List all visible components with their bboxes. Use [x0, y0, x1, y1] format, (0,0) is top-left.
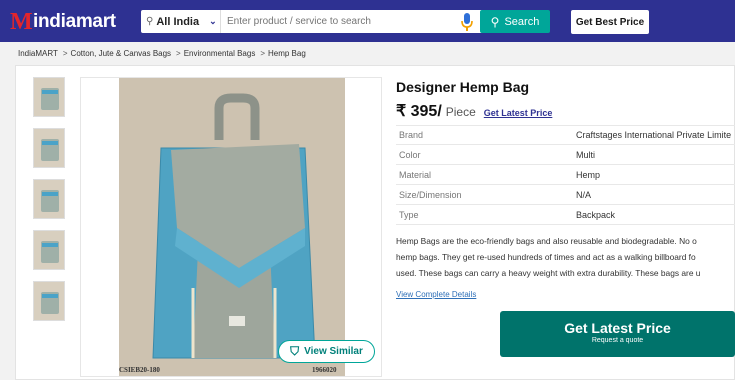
spec-value: Hemp [576, 169, 601, 180]
get-latest-price-link[interactable]: Get Latest Price [484, 108, 553, 118]
price-row: ₹ 395/ Piece Get Latest Price [396, 101, 552, 121]
thumbnail-5[interactable] [33, 281, 65, 321]
indiamart-logo[interactable]: M indiamart [10, 9, 116, 35]
breadcrumb-separator: > [260, 49, 265, 58]
breadcrumb-item-category[interactable]: Cotton, Jute & Canvas Bags [71, 49, 172, 58]
chevron-down-icon: ⌄ [209, 16, 217, 26]
breadcrumb-separator: > [176, 49, 181, 58]
product-code-left: CSIEB20-180 [119, 366, 160, 374]
location-label: All India [156, 15, 200, 28]
hemp-bag-photo [119, 78, 345, 376]
search-icon: ⚲ [490, 14, 500, 29]
spec-value: Multi [576, 149, 596, 160]
breadcrumb-item-subcategory[interactable]: Environmental Bags [184, 49, 256, 58]
description-line: Hemp Bags are the eco-friendly bags and … [396, 236, 697, 246]
thumbnail-2[interactable] [33, 128, 65, 168]
breadcrumb-item-current[interactable]: Hemp Bag [268, 49, 306, 58]
spec-table: Brand Craftstages International Private … [396, 125, 735, 225]
spec-row-size: Size/Dimension N/A [396, 185, 735, 205]
view-complete-details-link[interactable]: View Complete Details [396, 290, 476, 299]
location-pin-icon: ⚲ [146, 16, 154, 27]
thumbnail-1[interactable] [33, 77, 65, 117]
description-line: hemp bags. They get re-used hundreds of … [396, 252, 696, 262]
header-bar: M indiamart ⚲ All India ⌄ ⚲ Search Get B… [0, 0, 735, 42]
spec-row-type: Type Backpack [396, 205, 735, 225]
view-similar-button[interactable]: ⛉ View Similar [278, 340, 375, 363]
search-button-label: Search [504, 15, 540, 28]
breadcrumb: IndiaMART > Cotton, Jute & Canvas Bags > Env… [18, 49, 308, 58]
bag-thumbnail-icon [41, 241, 59, 263]
main-product-image[interactable] [80, 77, 382, 377]
bag-thumbnail-icon [41, 190, 59, 212]
get-best-price-button[interactable]: Get Best Price [571, 10, 649, 34]
cta-label: Get Latest Price [564, 320, 671, 336]
price-unit: Piece [445, 105, 476, 119]
description-line: used. These bags can carry a heavy weigh… [396, 268, 701, 278]
get-latest-price-button[interactable]: Get Latest Price Request a quote [500, 311, 735, 357]
spec-row-color: Color Multi [396, 145, 735, 165]
spec-row-material: Material Hemp [396, 165, 735, 185]
search-box: ⚲ All India ⌄ [141, 10, 486, 33]
search-button[interactable]: ⚲ Search [480, 10, 550, 33]
product-price: ₹ 395/ [396, 103, 442, 120]
spec-key: Size/Dimension [399, 189, 462, 200]
product-title: Designer Hemp Bag [396, 79, 530, 95]
thumbnail-3[interactable] [33, 179, 65, 219]
spec-value: Backpack [576, 209, 616, 220]
thumbnail-list [33, 77, 65, 332]
microphone-icon[interactable] [460, 12, 474, 32]
spec-key: Type [399, 209, 419, 220]
spec-row-brand: Brand Craftstages International Private … [396, 125, 735, 145]
spec-key: Material [399, 169, 432, 180]
product-code-right: 1966020 [312, 366, 337, 374]
spec-value: Craftstages International Private Limite [576, 130, 732, 140]
thumbnail-4[interactable] [33, 230, 65, 270]
search-input[interactable] [221, 11, 436, 32]
spec-value: N/A [576, 189, 592, 200]
bag-thumbnail-icon [41, 139, 59, 161]
view-similar-label: View Similar [304, 346, 363, 357]
breadcrumb-separator: > [62, 49, 68, 58]
spec-key: Brand [399, 130, 424, 140]
tshirt-icon: ⛉ [290, 344, 300, 358]
logo-text: indiamart [33, 11, 116, 32]
bag-thumbnail-icon [41, 292, 59, 314]
cta-sublabel: Request a quote [591, 337, 644, 344]
logo-m-icon: M [10, 9, 33, 35]
product-description: Hemp Bags are the eco-friendly bags and … [396, 233, 735, 281]
bag-thumbnail-icon [41, 88, 59, 110]
breadcrumb-item-indiamart[interactable]: IndiaMART [18, 49, 58, 58]
location-selector[interactable]: ⚲ All India ⌄ [141, 10, 221, 33]
spec-key: Color [399, 149, 421, 160]
